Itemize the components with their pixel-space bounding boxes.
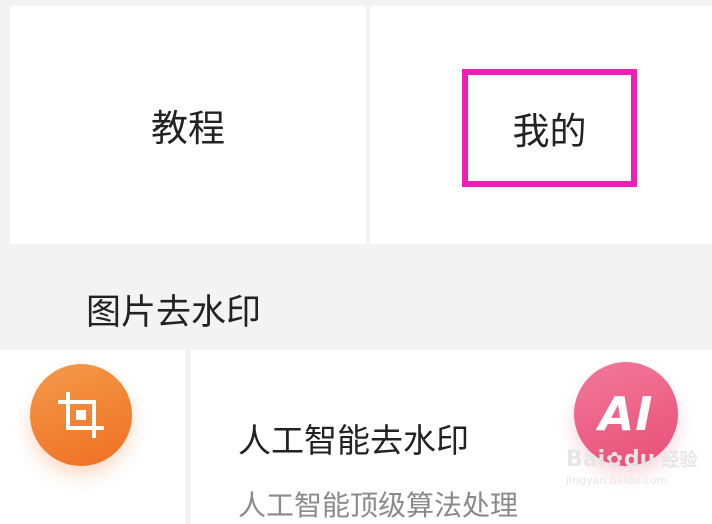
watermark-brand-a: Bai: [566, 446, 606, 472]
baidu-watermark: Bai ✿ du 经验 jingyan.baidu.com: [566, 446, 712, 496]
paw-icon: ✿: [606, 447, 623, 471]
highlight-box: 我的: [462, 69, 637, 187]
feature-description: 人工智能顶级算法处理: [238, 489, 519, 522]
watermark-brand-b: du: [623, 446, 656, 472]
crop-icon-circle[interactable]: [30, 364, 132, 466]
watermark-brand-cn: 经验: [661, 450, 698, 471]
watermark-url: jingyan.baidu.com: [566, 474, 668, 487]
crop-icon: [58, 392, 104, 438]
ai-badge-text: AI: [598, 387, 654, 441]
crop-tool-card[interactable]: [0, 350, 185, 524]
ai-watermark-card[interactable]: 人工智能去水印 人工智能顶级算法处理 AI: [191, 350, 712, 524]
tab-tutorial[interactable]: 教程: [10, 6, 366, 244]
section-title: 图片去水印: [86, 293, 262, 333]
feature-title: 人工智能去水印: [238, 421, 469, 460]
tab-mine-label: 我的: [512, 110, 587, 153]
tab-tutorial-label: 教程: [151, 107, 225, 150]
